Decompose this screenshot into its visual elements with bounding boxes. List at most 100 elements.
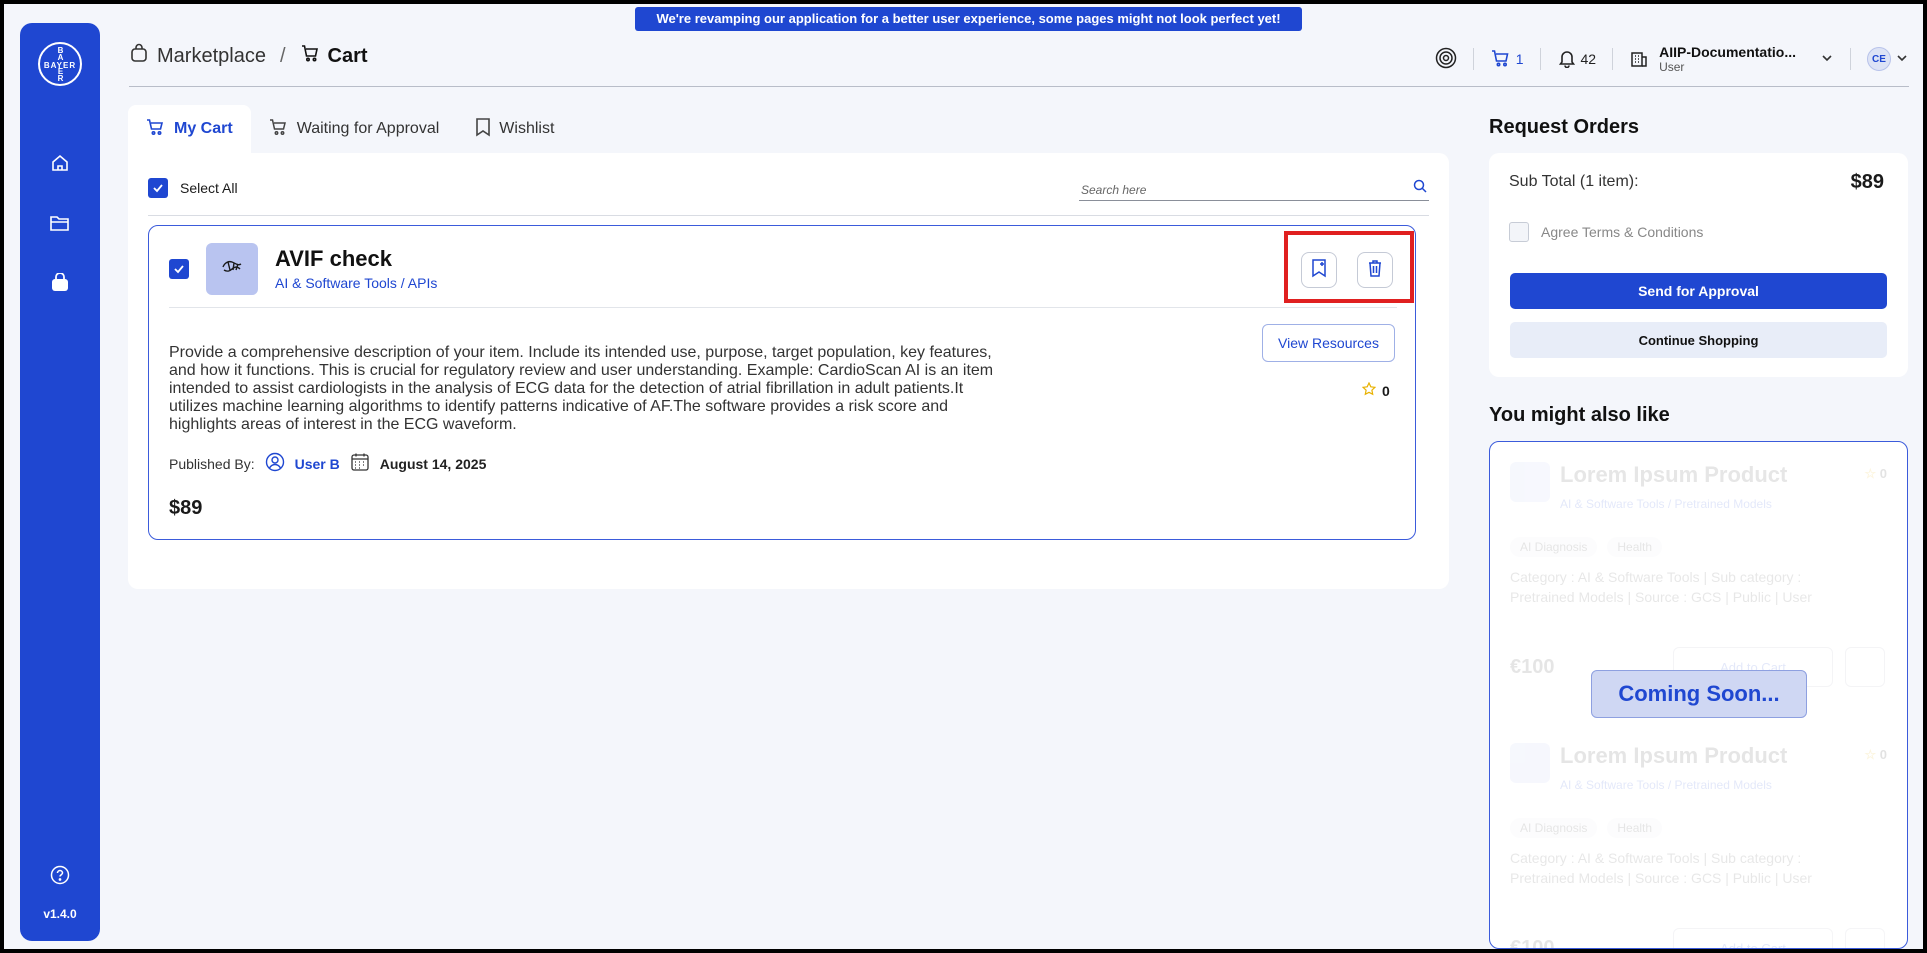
breadcrumb-marketplace[interactable]: Marketplace [157, 45, 266, 68]
search-input[interactable]: Search here [1079, 177, 1429, 201]
chevron-down-icon [1895, 51, 1909, 68]
product-tags: AI Diagnosis Health [1510, 818, 1663, 838]
user-menu[interactable]: CE [1851, 47, 1909, 71]
tab-label: Wishlist [499, 120, 555, 137]
cart-button[interactable]: 1 [1474, 48, 1541, 70]
tab-label: My Cart [174, 120, 233, 137]
home-icon[interactable] [48, 151, 72, 175]
search-icon[interactable] [1413, 179, 1427, 196]
recommendation-card: Lorem Ipsum Product AI & Software Tools … [1494, 723, 1903, 949]
tab-my-cart[interactable]: My Cart [128, 105, 251, 153]
delete-button[interactable] [1357, 252, 1393, 288]
brain-icon [220, 258, 244, 281]
version-label: v1.4.0 [43, 907, 77, 921]
publish-date: August 14, 2025 [379, 455, 487, 472]
bayer-logo[interactable]: BAYER BAER [38, 42, 82, 86]
wishlist-button [1845, 647, 1885, 687]
cart-clock-icon [269, 118, 289, 141]
product-price: €100 [1510, 656, 1555, 678]
building-icon [1629, 48, 1649, 71]
bookmark-plus-icon [1310, 258, 1328, 283]
product-description: Category : AI & Software Tools | Sub cat… [1510, 850, 1812, 886]
continue-shopping-button[interactable]: Continue Shopping [1510, 322, 1887, 358]
revamp-banner: We're revamping our application for a be… [635, 7, 1302, 31]
bag-outline-icon [129, 43, 149, 69]
star-icon: ☆ [1864, 747, 1877, 762]
tag: AI Diagnosis [1510, 818, 1598, 838]
wishlist-button [1845, 928, 1885, 948]
user-circle-icon [265, 452, 285, 475]
item-thumbnail [206, 243, 258, 295]
subtotal-value: $89 [1850, 171, 1884, 193]
cart-icon [1490, 48, 1512, 71]
item-description: Provide a comprehensive description of y… [169, 344, 994, 433]
item-checkbox[interactable] [169, 259, 189, 279]
cart-icon [146, 118, 166, 141]
avatar: CE [1867, 47, 1891, 71]
notification-count: 42 [1580, 51, 1597, 67]
send-for-approval-button[interactable]: Send for Approval [1510, 273, 1887, 309]
product-rating: ☆ 0 [1864, 466, 1887, 481]
tab-label: Waiting for Approval [296, 120, 440, 137]
highlight-box [1284, 231, 1414, 303]
order-summary: Sub Total (1 item): $89 Agree Terms & Co… [1489, 153, 1908, 377]
star-icon: ☆ [1864, 466, 1877, 481]
help-icon[interactable] [48, 863, 72, 887]
trash-icon [1366, 258, 1384, 283]
cart-item-card: AVIF check AI & Software Tools / APIs Vi… [148, 225, 1416, 540]
org-selector[interactable]: AIIP-Documentatio... User [1613, 44, 1851, 74]
cart-outline-icon [300, 43, 320, 69]
bag-icon[interactable] [48, 271, 72, 295]
calendar-icon [350, 452, 370, 475]
breadcrumb-cart: Cart [327, 44, 368, 67]
divider [148, 215, 1429, 216]
request-orders-title: Request Orders [1489, 116, 1640, 138]
terms-checkbox-row[interactable]: Agree Terms & Conditions [1509, 222, 1703, 242]
notifications-button[interactable]: 42 [1541, 48, 1614, 70]
item-title[interactable]: AVIF check [275, 246, 392, 272]
recommendations-title: You might also like [1489, 404, 1670, 426]
published-by-label: Published By: [169, 455, 255, 472]
product-tags: AI Diagnosis Health [1510, 537, 1663, 557]
product-category: AI & Software Tools / Pretrained Models [1560, 497, 1772, 511]
settings-button[interactable] [1419, 47, 1474, 70]
item-rating: 0 [1361, 381, 1390, 399]
add-to-wishlist-button[interactable] [1301, 252, 1337, 288]
folder-icon[interactable] [48, 211, 72, 235]
view-resources-button[interactable]: View Resources [1262, 324, 1395, 362]
product-description: Category : AI & Software Tools | Sub cat… [1510, 569, 1812, 605]
terms-label: Agree Terms & Conditions [1541, 224, 1704, 240]
breadcrumb-separator: / [279, 44, 286, 67]
published-by: Published By: User B August 14, 2025 [169, 452, 486, 475]
rating-value: 0 [1382, 382, 1390, 399]
breadcrumb: Marketplace / Cart [129, 43, 368, 69]
coming-soon-badge: Coming Soon... [1591, 670, 1807, 718]
topbar-actions: 1 42 AIIP-Documentatio... User CE [1419, 39, 1909, 79]
chevron-down-icon [1820, 51, 1834, 68]
product-name: Lorem Ipsum Product [1560, 462, 1788, 487]
bell-icon [1557, 48, 1577, 71]
search-placeholder: Search here [1081, 183, 1147, 197]
org-role: User [1659, 60, 1685, 74]
logo-text-vertical: BAER [57, 46, 64, 83]
publisher-link[interactable]: User B [295, 456, 340, 472]
tag: Health [1607, 818, 1663, 838]
terms-checkbox[interactable] [1509, 222, 1529, 242]
add-to-cart-button: Add to Cart [1673, 928, 1833, 948]
item-category: AI & Software Tools / APIs [275, 275, 438, 291]
select-all[interactable]: Select All [148, 178, 238, 198]
select-all-checkbox[interactable] [148, 178, 168, 198]
product-price: €100 [1510, 937, 1555, 949]
star-icon [1361, 381, 1377, 399]
cart-tabs: My Cart Waiting for Approval Wishlist [128, 105, 572, 153]
cart-count: 1 [1515, 51, 1524, 67]
tab-waiting-for-approval[interactable]: Waiting for Approval [251, 105, 458, 153]
product-thumbnail [1510, 462, 1550, 502]
subtotal-label: Sub Total (1 item): [1509, 173, 1639, 190]
product-category: AI & Software Tools / Pretrained Models [1560, 778, 1772, 792]
select-all-label: Select All [180, 180, 238, 196]
product-name: Lorem Ipsum Product [1560, 743, 1788, 768]
bookmark-icon [475, 117, 491, 142]
tab-wishlist[interactable]: Wishlist [457, 105, 572, 153]
item-price: $89 [169, 497, 203, 519]
